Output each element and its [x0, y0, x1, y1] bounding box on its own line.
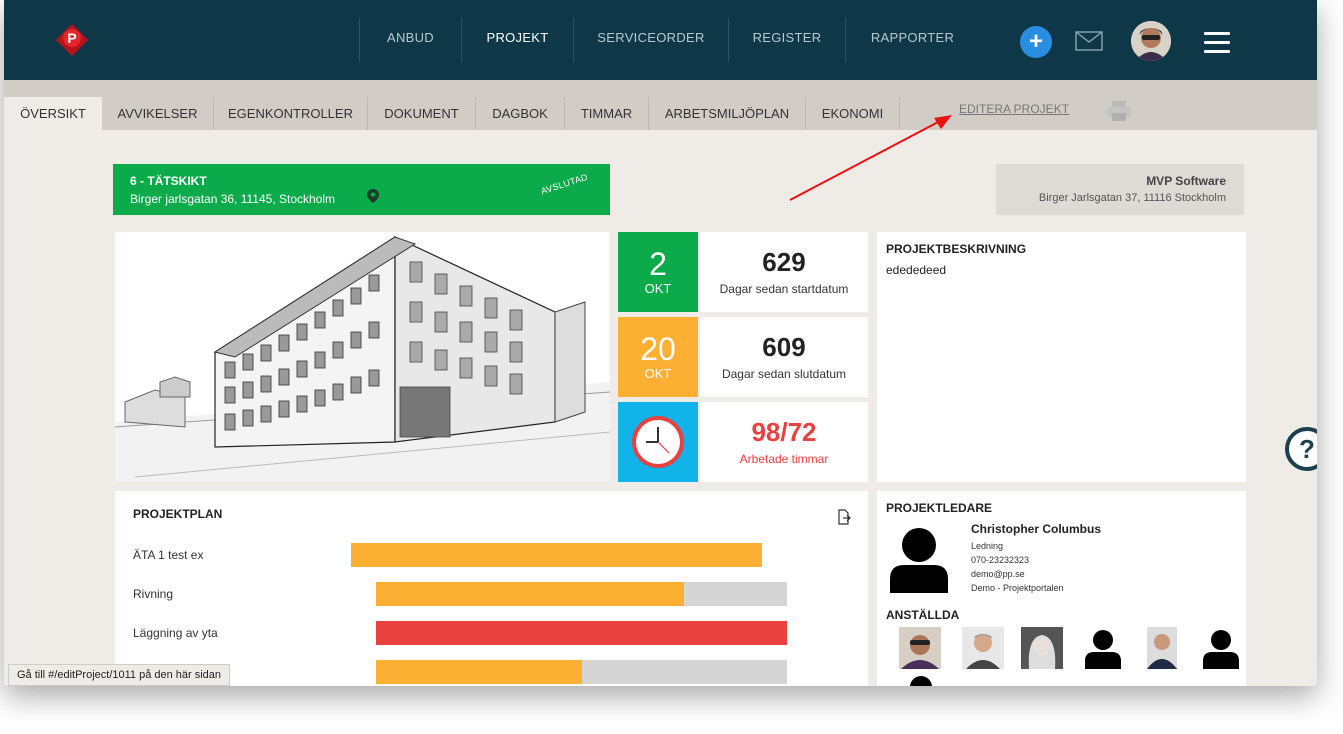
description-card: PROJEKTBESKRIVNING edededeed [877, 232, 1246, 482]
project-address: Birger jarlsgatan 36, 11145, Stockholm [130, 192, 336, 206]
start-date-box: 2 OKT [618, 232, 698, 312]
export-icon[interactable] [837, 509, 851, 525]
project-plan-card: PROJEKTPLAN ÄTA 1 test ex Rivning Läggning… [115, 491, 868, 686]
employee-avatar[interactable] [962, 627, 1004, 669]
user-avatar[interactable] [1131, 21, 1171, 61]
end-month: OKT [644, 366, 672, 381]
person-silhouette-icon [890, 528, 948, 593]
manager-email[interactable]: demo@pp.se [971, 569, 1025, 579]
nav-register[interactable]: REGISTER [728, 18, 845, 62]
browser-status-bar: Gå till #/editProject/1011 på den här si… [8, 664, 231, 686]
app-window: P ANBUD PROJEKT SERVICEORDER REGISTER RA… [4, 0, 1317, 686]
tab-avvikelser[interactable]: AVVIKELSER [102, 97, 214, 130]
worked-hours-label: Arbetade timmar [739, 452, 829, 466]
days-since-end-value: 609 [762, 332, 806, 362]
days-since-end-label: Dagar sedan slutdatum [721, 367, 847, 381]
plan-row-label: Rivning [133, 587, 174, 601]
description-text: edededeed [886, 263, 947, 277]
company-info: MVP Software Birger Jarlsgatan 37, 11116… [996, 164, 1244, 215]
project-plan-title: PROJEKTPLAN [133, 507, 223, 521]
plan-row-label: Läggning av yta [133, 626, 218, 640]
tab-arbetsmiljoplan[interactable]: ARBETSMILJÖPLAN [649, 97, 806, 130]
plan-bar-progress[interactable] [351, 543, 762, 567]
worked-hours: 98/72 Arbetade timmar [700, 402, 868, 482]
project-image [114, 232, 611, 482]
nav-projekt[interactable]: PROJEKT [461, 18, 573, 62]
svg-text:?: ? [1299, 434, 1315, 464]
add-button[interactable]: + [1020, 26, 1052, 58]
user-photo-icon [1131, 21, 1171, 61]
days-since-end: 609 Dagar sedan slutdatum [700, 317, 868, 397]
manager-org: Demo - Projektportalen [971, 583, 1064, 593]
svg-text:P: P [67, 30, 76, 46]
employee-avatar[interactable] [1021, 627, 1063, 669]
project-name: 6 - TÄTSKIKT [130, 174, 207, 188]
plan-bar-progress[interactable] [376, 582, 684, 606]
days-since-start: 629 Dagar sedan startdatum [700, 232, 868, 312]
company-address: Birger Jarlsgatan 37, 11116 Stockholm [1038, 192, 1226, 204]
tab-dokument[interactable]: DOKUMENT [368, 97, 476, 130]
project-manager-card: PROJEKTLEDARE Christopher Columbus Ledni… [877, 491, 1246, 686]
start-day: 2 [649, 246, 667, 282]
status-badge: AVSLUTAD [539, 171, 589, 197]
tab-timmar[interactable]: TIMMAR [565, 97, 649, 130]
clock-icon [632, 416, 684, 468]
person-silhouette-icon[interactable] [909, 675, 933, 686]
employee-photo-icon [1021, 627, 1063, 669]
plan-bar-progress[interactable] [376, 660, 582, 684]
project-banner: 6 - TÄTSKIKT Birger jarlsgatan 36, 11145… [113, 164, 610, 215]
days-since-start-value: 629 [762, 247, 806, 277]
help-icon[interactable]: ? [1283, 426, 1317, 472]
plan-bar-progress[interactable] [376, 621, 787, 645]
manager-name: Christopher Columbus [971, 522, 1102, 536]
nav-anbud[interactable]: ANBUD [359, 18, 461, 62]
person-silhouette-icon[interactable] [1203, 629, 1239, 669]
employee-avatar[interactable] [899, 627, 941, 669]
nav-serviceorder[interactable]: SERVICEORDER [573, 18, 728, 62]
employee-photo-icon [899, 627, 941, 669]
employee-photo-icon [962, 627, 1004, 669]
days-since-start-label: Dagar sedan startdatum [719, 282, 849, 296]
top-navigation-bar: P ANBUD PROJEKT SERVICEORDER REGISTER RA… [4, 0, 1317, 80]
person-silhouette-icon[interactable] [1085, 629, 1121, 669]
end-day: 20 [640, 331, 676, 367]
main-nav: ANBUD PROJEKT SERVICEORDER REGISTER RAPP… [359, 18, 979, 62]
employees-title: ANSTÄLLDA [886, 608, 960, 622]
tab-egenkontroller[interactable]: EGENKONTROLLER [214, 97, 368, 130]
company-name: MVP Software [1146, 174, 1226, 188]
print-icon[interactable] [1106, 100, 1132, 122]
hours-box [618, 402, 698, 482]
manager-role: Ledning [971, 541, 1004, 551]
app-logo-icon[interactable]: P [54, 22, 90, 58]
manager-phone: 070-23232323 [971, 555, 1030, 565]
manager-title: PROJEKTLEDARE [886, 501, 993, 515]
tab-dagbok[interactable]: DAGBOK [476, 97, 565, 130]
end-date-box: 20 OKT [618, 317, 698, 397]
employee-avatar[interactable] [1147, 627, 1177, 669]
description-title: PROJEKTBESKRIVNING [886, 242, 1027, 256]
location-pin-icon[interactable] [367, 189, 379, 203]
mail-icon[interactable] [1075, 31, 1103, 51]
plan-row-label: ÄTA 1 test ex [133, 548, 204, 562]
annotation-arrow-icon [789, 115, 952, 201]
start-month: OKT [644, 281, 672, 296]
building-sketch-icon [114, 232, 611, 482]
tab-oversikt[interactable]: ÖVERSIKT [4, 97, 102, 130]
hamburger-menu-icon[interactable] [1204, 32, 1230, 59]
worked-hours-value: 98/72 [751, 417, 817, 447]
nav-rapporter[interactable]: RAPPORTER [845, 18, 979, 62]
employee-photo-icon [1147, 627, 1177, 669]
edit-project-link[interactable]: EDITERA PROJEKT [959, 102, 1069, 116]
